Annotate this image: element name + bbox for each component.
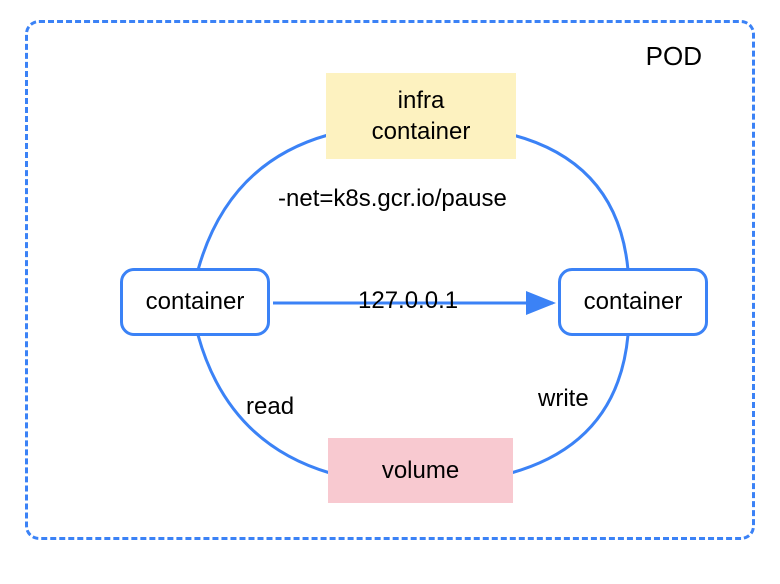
infra-container-label: infra container (372, 85, 471, 147)
container-right-label: container (584, 288, 683, 316)
volume-box: volume (328, 438, 513, 503)
container-left-label: container (146, 288, 245, 316)
pod-boundary: POD infra container container container … (25, 20, 755, 540)
pod-label: POD (646, 41, 702, 72)
container-right-box: container (558, 268, 708, 336)
curve-right-top (513, 135, 628, 270)
read-label: read (246, 393, 294, 421)
ip-label: 127.0.0.1 (358, 287, 458, 315)
volume-label: volume (382, 457, 459, 485)
write-label: write (538, 385, 589, 413)
net-label: -net=k8s.gcr.io/pause (278, 185, 507, 213)
infra-container-box: infra container (326, 73, 516, 159)
container-left-box: container (120, 268, 270, 336)
